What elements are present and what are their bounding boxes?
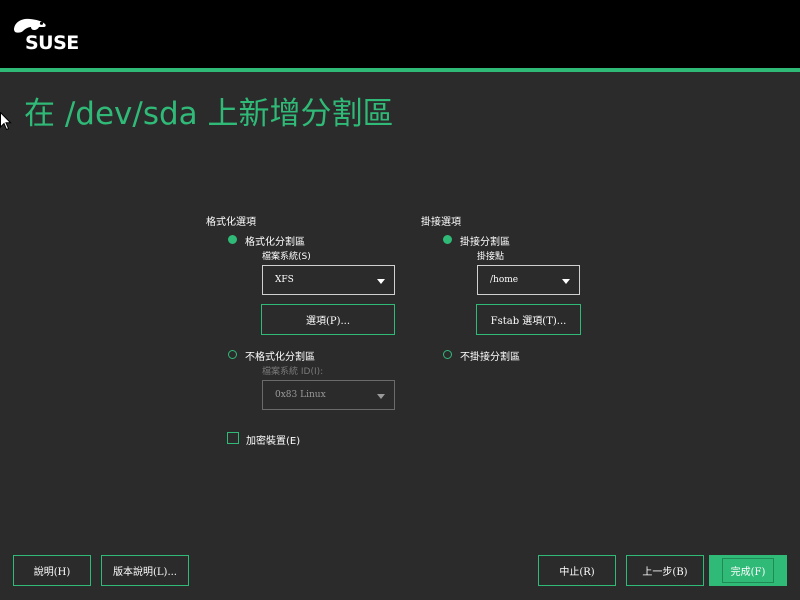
suse-logo: SUSE [12,16,92,56]
no-mount-partition-radio[interactable] [443,350,452,359]
help-button[interactable]: 說明(H) [13,555,91,586]
encrypt-device-checkbox[interactable] [227,432,239,444]
mount-point-select[interactable]: /home [477,265,580,295]
mount-point-label: 掛接點 [477,252,505,262]
format-options-button[interactable]: 選項(P)... [261,304,395,335]
chevron-down-icon [377,279,385,284]
filesystem-id-select-value: 0x83 Linux [275,390,326,400]
header-bar: SUSE [0,0,800,68]
filesystem-label: 檔案系統(S) [262,252,311,262]
filesystem-select[interactable]: XFS [262,265,395,295]
format-partition-radio[interactable] [228,235,237,244]
suse-logo-text: SUSE [25,32,79,54]
mount-partition-radio[interactable] [443,235,452,244]
no-mount-partition-label[interactable]: 不掛接分割區 [460,348,520,363]
format-partition-label[interactable]: 格式化分割區 [245,233,305,248]
encrypt-device-label[interactable]: 加密裝置(E) [246,432,300,447]
fstab-options-button[interactable]: Fstab 選項(T)... [476,304,581,335]
no-format-partition-radio[interactable] [228,350,237,359]
header-accent-line [0,68,800,72]
mount-partition-label[interactable]: 掛接分割區 [460,233,510,248]
filesystem-id-select[interactable]: 0x83 Linux [262,380,395,410]
mount-options-heading: 掛接選項 [421,217,461,228]
mount-point-select-value: /home [490,275,519,285]
format-options-heading: 格式化選項 [206,217,256,228]
abort-button[interactable]: 中止(R) [538,555,616,586]
mouse-cursor-icon [0,112,12,131]
filesystem-id-label: 檔案系統 ID(I): [262,367,324,377]
page-title: 在 /dev/sda 上新增分割區 [24,96,394,132]
finish-button[interactable]: 完成(F) [709,555,787,586]
chevron-down-icon [562,279,570,284]
back-button[interactable]: 上一步(B) [626,555,704,586]
release-notes-button[interactable]: 版本說明(L)... [101,555,189,586]
filesystem-select-value: XFS [275,275,294,285]
chevron-down-icon [377,394,385,399]
finish-button-label: 完成(F) [721,558,775,583]
no-format-partition-label[interactable]: 不格式化分割區 [245,348,315,363]
